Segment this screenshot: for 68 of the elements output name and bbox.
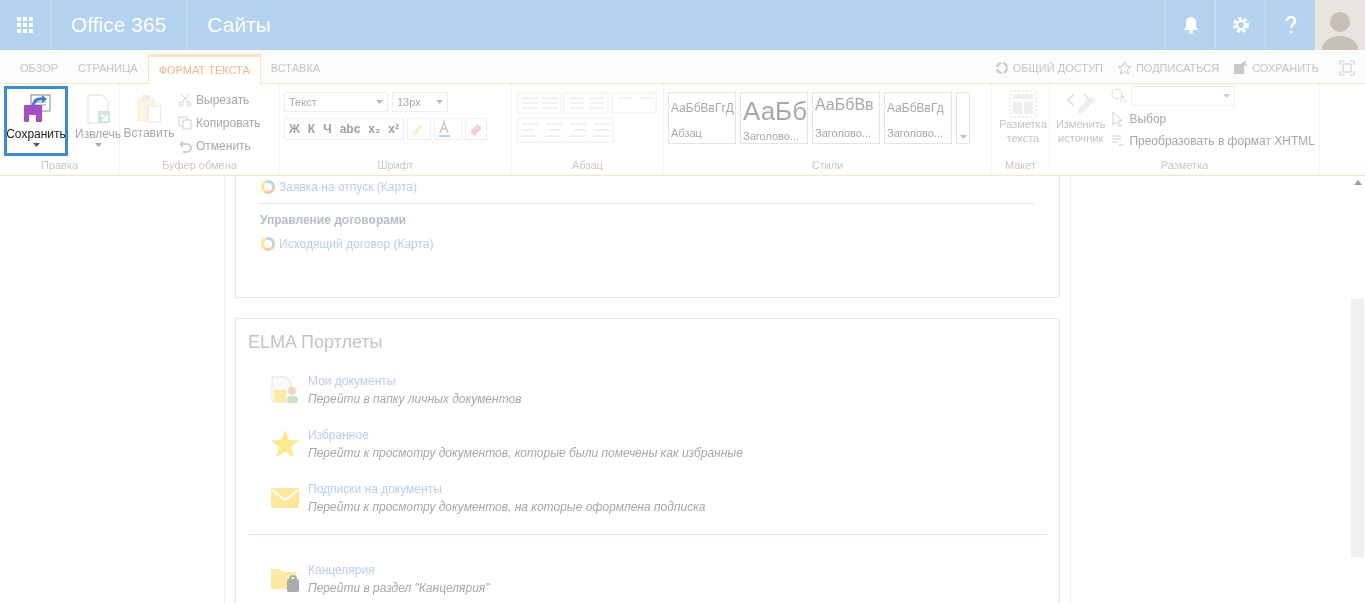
font-color-icon[interactable] [434,118,462,140]
caret-icon [376,100,383,104]
format-button[interactable]: x₂ [364,120,385,138]
page-action-button[interactable]: ОБЩИЙ ДОСТУП [994,59,1103,77]
portlet-description: Перейти к просмотру документов, которые были помечены как избранные [308,445,743,462]
card-link[interactable]: Исходящий договор (Карта) [260,235,1035,253]
font-size-select[interactable]: 13px [392,92,448,112]
format-button[interactable]: Ч [319,120,336,138]
star-icon [270,429,300,459]
bell-icon [1182,16,1199,34]
format-button[interactable]: abc [335,120,365,138]
caret-icon [32,143,40,147]
caret-icon [94,143,102,147]
save-icon [1233,61,1249,75]
portlet-description: Перейти к просмотру документов, на которые оформлена подписка [308,499,706,516]
convert-icon [1111,134,1126,148]
portlet-link[interactable]: Подписки на документы [308,480,706,498]
portlet-description: Перейти в папку личных документов [308,391,522,408]
document-person-icon [270,375,300,405]
caret-icon [436,100,443,104]
language-select[interactable] [1131,86,1236,106]
highlighter-icon[interactable] [407,118,431,140]
ring-chart-icon [260,179,276,195]
format-button[interactable]: К [303,120,320,138]
caret-icon [1223,94,1231,98]
star-icon [1116,61,1132,75]
scissors-icon [178,93,192,107]
format-button[interactable]: Ж [285,120,304,138]
copy-icon [178,116,192,130]
portlet-link[interactable]: Избранное [308,426,743,444]
scroll-up-icon [1353,180,1362,185]
edit-source-button[interactable]: Изменить источник [1054,86,1108,146]
ribbon-tab[interactable]: ОБЗОР [10,53,69,83]
caret-icon [959,135,967,139]
style-tile[interactable]: АаБбВвГд Заголово... [884,92,952,144]
sync-icon [994,61,1009,75]
select-button[interactable]: Выбор [1111,110,1315,128]
waffle-icon [17,17,33,33]
text-layout-button[interactable]: Разметка текста [996,86,1050,146]
avatar[interactable] [1315,0,1365,50]
ribbon-tab[interactable]: СТРАНИЦА [68,53,148,83]
style-tile[interactable]: АаБб Заголово... [740,92,808,144]
ribbon-tab[interactable]: ВСТАВКА [260,53,331,83]
convert-xhtml-button[interactable]: Преобразовать в формат XHTML [1111,132,1315,150]
clipboard-icon [134,94,164,124]
format-button[interactable]: x² [384,120,403,138]
style-tile[interactable]: АаБбВв Заголово... [812,92,880,144]
font-name-select[interactable]: Текст [284,92,388,112]
portlet-link[interactable]: Мои документы [308,372,522,390]
undo-icon [178,139,192,153]
settings-icon [1231,16,1250,34]
code-pencil-icon [1065,90,1096,118]
styles-scroll-button[interactable] [956,92,970,144]
card-link[interactable]: Заявка на отпуск (Карта) [260,178,1035,196]
section-heading: Управление договорами [260,212,408,229]
envelope-icon [271,488,299,508]
eraser-icon[interactable] [465,118,487,140]
card-title: ELMA Портлеты [248,331,384,354]
ring-chart-icon [260,236,276,252]
ribbon-tab[interactable]: ФОРМАТ ТЕКСТА [147,54,261,84]
portlet-link[interactable]: Канцелярия [308,561,490,579]
style-tile[interactable]: АаБбВвГгД Абзац [668,92,736,144]
portlet-description: Перейти в раздел "Канцелярия" [308,580,490,597]
help-icon [1284,16,1297,34]
page-action-button[interactable]: СОХРАНИТЬ [1233,59,1319,77]
language-icon [1111,88,1128,104]
focus-mode-icon[interactable] [1339,60,1355,76]
page-action-button[interactable]: ПОДПИСАТЬСЯ [1116,59,1220,77]
